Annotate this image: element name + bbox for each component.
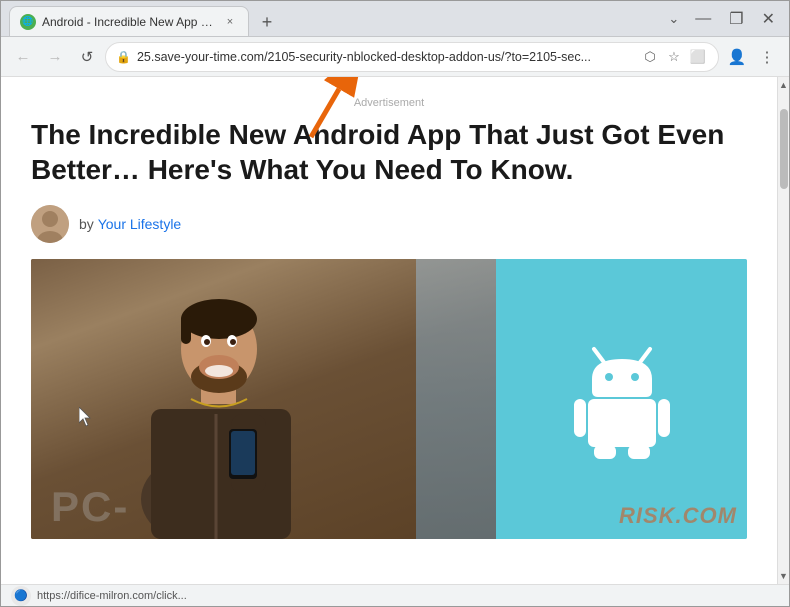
scrollbar-thumb[interactable]	[780, 109, 788, 189]
active-tab[interactable]: 🌐 Android - Incredible New App - ... ×	[9, 6, 249, 36]
author-by-prefix: by	[79, 216, 94, 232]
watermark-text: RISK.COM	[619, 503, 737, 529]
scroll-down-button[interactable]: ▼	[778, 568, 789, 584]
tab-close-button[interactable]: ×	[222, 14, 238, 30]
bookmark-icon[interactable]: ☆	[664, 47, 684, 67]
tab-search-icon[interactable]: ⌄	[664, 9, 683, 29]
article-image: PC-	[31, 259, 747, 539]
tab-area: 🌐 Android - Incredible New App - ... × +	[9, 1, 656, 36]
page-content: Advertisement The Incredible New Android…	[1, 77, 777, 584]
scroll-up-button[interactable]: ▲	[778, 77, 789, 93]
forward-button[interactable]: →	[41, 43, 69, 71]
refresh-button[interactable]: ↺	[73, 43, 101, 71]
image-bg-people	[416, 259, 496, 539]
tab-favicon: 🌐	[20, 14, 36, 30]
content-area: Advertisement The Incredible New Android…	[1, 77, 789, 584]
status-security-icon: 🔵	[11, 586, 31, 606]
author-line: by Your Lifestyle	[31, 205, 747, 243]
browser-window: 🌐 Android - Incredible New App - ... × +…	[0, 0, 790, 607]
advertisement-label: Advertisement	[31, 97, 747, 109]
author-text: by Your Lifestyle	[79, 216, 181, 232]
window-controls: ⌄ — ❐ ✕	[664, 7, 781, 31]
new-tab-button[interactable]: +	[253, 8, 281, 36]
pc-watermark: PC-	[51, 483, 129, 531]
back-button[interactable]: ←	[9, 43, 37, 71]
status-bar: 🔵 https://difice-milron.com/click...	[1, 584, 789, 606]
author-avatar	[31, 205, 69, 243]
title-bar: 🌐 Android - Incredible New App - ... × +…	[1, 1, 789, 37]
restore-button[interactable]: ❐	[723, 7, 749, 31]
tab-title: Android - Incredible New App - ...	[42, 15, 216, 29]
profile-button[interactable]: 👤	[723, 43, 751, 71]
address-bar[interactable]: 🔒 25.save-your-time.com/2105-security-nb…	[105, 42, 719, 72]
scroll-track[interactable]	[778, 93, 789, 568]
article-image-right	[496, 259, 747, 539]
lock-icon: 🔒	[116, 50, 131, 64]
address-actions: ⬡ ☆ ⬜	[640, 47, 708, 67]
nav-bar: ← → ↺ 🔒 25.save-your-time.com/2105-secur…	[1, 37, 789, 77]
menu-button[interactable]: ⋮	[753, 43, 781, 71]
android-logo	[572, 339, 672, 459]
author-link[interactable]: Your Lifestyle	[98, 216, 182, 232]
minimize-button[interactable]: —	[689, 8, 717, 30]
article-image-left: PC-	[31, 259, 496, 539]
nav-extra-buttons: 👤 ⋮	[723, 43, 781, 71]
article-title: The Incredible New Android App That Just…	[31, 117, 747, 187]
share-icon[interactable]: ⬡	[640, 47, 660, 67]
url-text: 25.save-your-time.com/2105-security-nblo…	[137, 50, 634, 64]
status-url: https://difice-milron.com/click...	[37, 590, 187, 602]
close-button[interactable]: ✕	[756, 7, 781, 31]
extension-icon[interactable]: ⬜	[688, 47, 708, 67]
scrollbar[interactable]: ▲ ▼	[777, 77, 789, 584]
